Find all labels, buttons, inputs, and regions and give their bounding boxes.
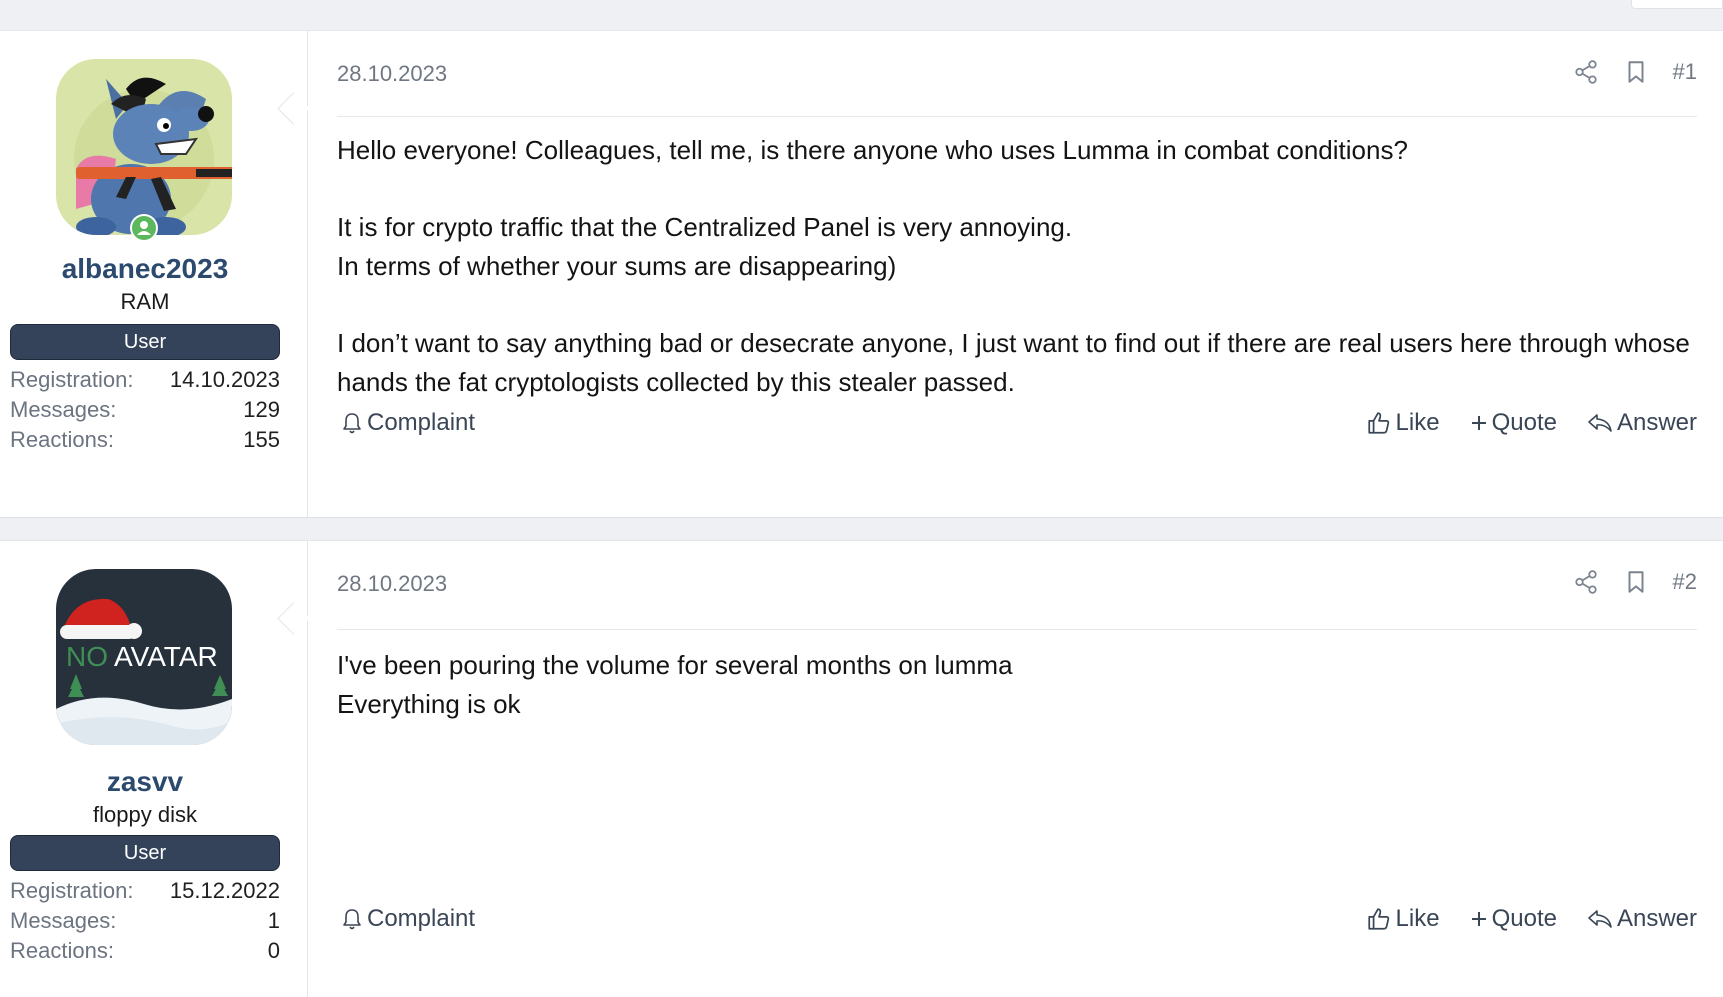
- username[interactable]: zasvv: [0, 766, 290, 798]
- post-paragraph: I don’t want to say anything bad or dese…: [337, 328, 1690, 397]
- stat-value: 1: [267, 908, 280, 933]
- post-paragraph: In terms of whether your sums are disapp…: [337, 251, 897, 281]
- post-actions-left: Complaint: [341, 905, 475, 933]
- post-paragraph: Hello everyone! Colleagues, tell me, is …: [337, 135, 1408, 165]
- quote-button[interactable]: Quote: [1470, 905, 1557, 933]
- wolf-with-rifle-avatar: [56, 59, 232, 235]
- top-strip: [0, 0, 1723, 30]
- post-date[interactable]: 28.10.2023: [337, 61, 447, 87]
- like-button[interactable]: Like: [1366, 409, 1440, 437]
- quote-label: Quote: [1491, 905, 1557, 932]
- post-content: 28.10.2023 #1 Hello everyone! Colleagues…: [337, 31, 1697, 517]
- stat-value: 15.12.2022: [169, 878, 280, 903]
- no-avatar-placeholder: NO AVATAR: [56, 569, 232, 745]
- stat-value: 129: [243, 397, 280, 422]
- post-body: I've been pouring the volume for several…: [337, 646, 1697, 724]
- post-paragraph: I've been pouring the volume for several…: [337, 650, 1013, 680]
- post-1: albanec2023 RAM User Registration: 14.10…: [0, 30, 1723, 518]
- complaint-button[interactable]: Complaint: [341, 409, 475, 437]
- answer-label: Answer: [1616, 409, 1697, 436]
- post-date[interactable]: 28.10.2023: [337, 571, 447, 597]
- reply-icon: [1588, 414, 1612, 432]
- post-number[interactable]: #1: [1673, 59, 1697, 85]
- username[interactable]: albanec2023: [0, 253, 290, 285]
- post-paragraph: Everything is ok: [337, 689, 521, 719]
- user-stats: Registration: 14.10.2023 Messages: 129 R…: [10, 365, 280, 455]
- stat-reactions: Reactions: 155: [10, 425, 280, 455]
- plus-icon: [1471, 416, 1486, 430]
- thumbs-up-icon: [1367, 412, 1389, 434]
- user-title: RAM: [120, 289, 170, 314]
- online-user-icon: [132, 216, 156, 240]
- post-tools: #2: [1573, 569, 1697, 595]
- post-actions-right: Like Quote Answer: [1366, 409, 1697, 437]
- stat-reactions: Reactions: 0: [10, 936, 280, 966]
- post-tools: #1: [1573, 59, 1697, 85]
- like-label: Like: [1395, 409, 1440, 436]
- stat-messages: Messages: 129: [10, 395, 280, 425]
- quote-button[interactable]: Quote: [1470, 409, 1557, 437]
- online-status-indicator: [130, 214, 158, 242]
- avatar[interactable]: [56, 59, 232, 235]
- reply-icon: [1588, 910, 1612, 928]
- stat-messages: Messages: 1: [10, 906, 280, 936]
- no-avatar-text-no: NO: [66, 641, 108, 672]
- stat-registration: Registration: 15.12.2022: [10, 876, 280, 906]
- share-icon[interactable]: [1573, 569, 1599, 595]
- post-actions-left: Complaint: [341, 409, 475, 437]
- user-stats: Registration: 15.12.2022 Messages: 1 Rea…: [10, 876, 280, 966]
- like-label: Like: [1395, 905, 1440, 932]
- top-right-button[interactable]: [1631, 0, 1723, 9]
- avatar[interactable]: NO AVATAR: [56, 569, 232, 745]
- complaint-label: Complaint: [367, 905, 476, 932]
- complaint-label: Complaint: [367, 409, 476, 436]
- user-role-badge: User: [10, 324, 280, 360]
- divider: [337, 116, 1697, 117]
- stat-label: Registration:: [10, 367, 134, 392]
- quote-label: Quote: [1491, 409, 1557, 436]
- no-avatar-text-avatar: AVATAR: [114, 641, 218, 672]
- post-author-panel: albanec2023 RAM User Registration: 14.10…: [0, 31, 308, 517]
- post-number[interactable]: #2: [1673, 569, 1697, 595]
- answer-button[interactable]: Answer: [1587, 409, 1697, 437]
- stat-value: 0: [267, 938, 280, 963]
- bell-icon: [343, 413, 361, 434]
- stat-registration: Registration: 14.10.2023: [10, 365, 280, 395]
- post-author-panel: NO AVATAR zasvv floppy disk User Registr…: [0, 541, 308, 997]
- post-actions-right: Like Quote Answer: [1366, 905, 1697, 933]
- post-2: NO AVATAR zasvv floppy disk User Registr…: [0, 540, 1723, 997]
- like-button[interactable]: Like: [1366, 905, 1440, 933]
- plus-icon: [1471, 912, 1486, 926]
- post-content: 28.10.2023 #2 I've been pouring the volu…: [337, 541, 1697, 997]
- bookmark-icon[interactable]: [1623, 569, 1649, 595]
- bookmark-icon[interactable]: [1623, 59, 1649, 85]
- thumbs-up-icon: [1367, 908, 1389, 930]
- user-title: floppy disk: [93, 802, 197, 827]
- share-icon[interactable]: [1573, 59, 1599, 85]
- stat-label: Registration:: [10, 878, 134, 903]
- user-role-badge: User: [10, 835, 280, 871]
- divider: [337, 629, 1697, 630]
- bell-icon: [343, 909, 361, 930]
- stat-value: 155: [243, 427, 280, 452]
- post-body: Hello everyone! Colleagues, tell me, is …: [337, 131, 1697, 402]
- answer-button[interactable]: Answer: [1587, 905, 1697, 933]
- stat-value: 14.10.2023: [169, 367, 280, 392]
- stat-label: Reactions:: [10, 427, 114, 452]
- stat-label: Reactions:: [10, 938, 114, 963]
- stat-label: Messages:: [10, 908, 117, 933]
- answer-label: Answer: [1616, 905, 1697, 932]
- stat-label: Messages:: [10, 397, 117, 422]
- complaint-button[interactable]: Complaint: [341, 905, 475, 933]
- post-paragraph: It is for crypto traffic that the Centra…: [337, 212, 1073, 242]
